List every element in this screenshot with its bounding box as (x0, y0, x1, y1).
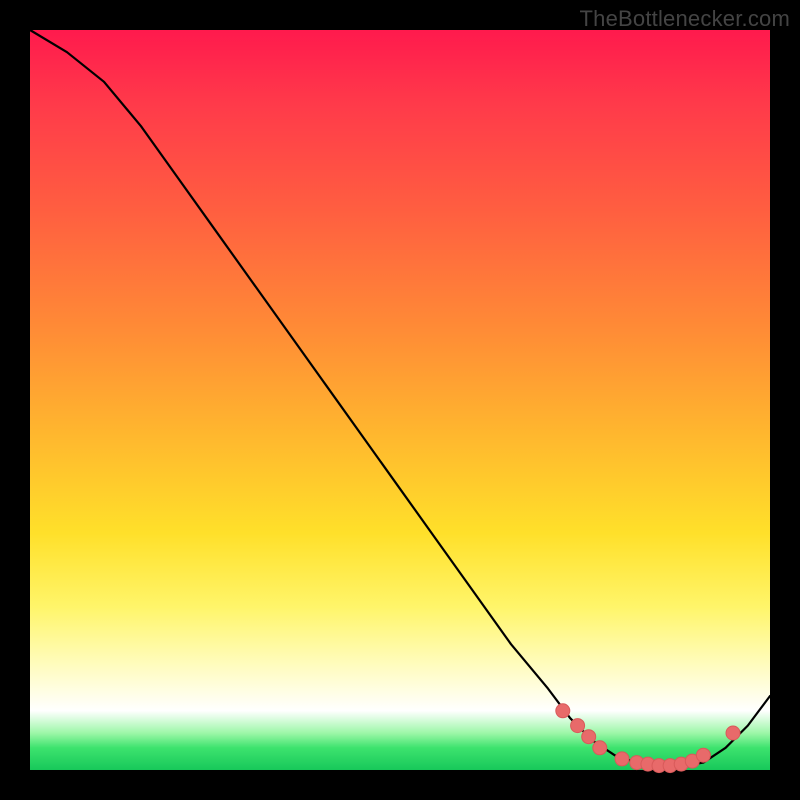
curve-layer (30, 30, 770, 770)
curve-dot (593, 741, 607, 755)
curve-dot (726, 726, 740, 740)
curve-dot (582, 730, 596, 744)
plot-area (30, 30, 770, 770)
bottleneck-curve (30, 30, 770, 766)
curve-dots (556, 704, 740, 773)
curve-dot (556, 704, 570, 718)
curve-dot (615, 752, 629, 766)
curve-dot (696, 748, 710, 762)
chart-frame: TheBottlenecker.com (0, 0, 800, 800)
curve-dot (571, 719, 585, 733)
watermark-text: TheBottlenecker.com (580, 6, 790, 32)
